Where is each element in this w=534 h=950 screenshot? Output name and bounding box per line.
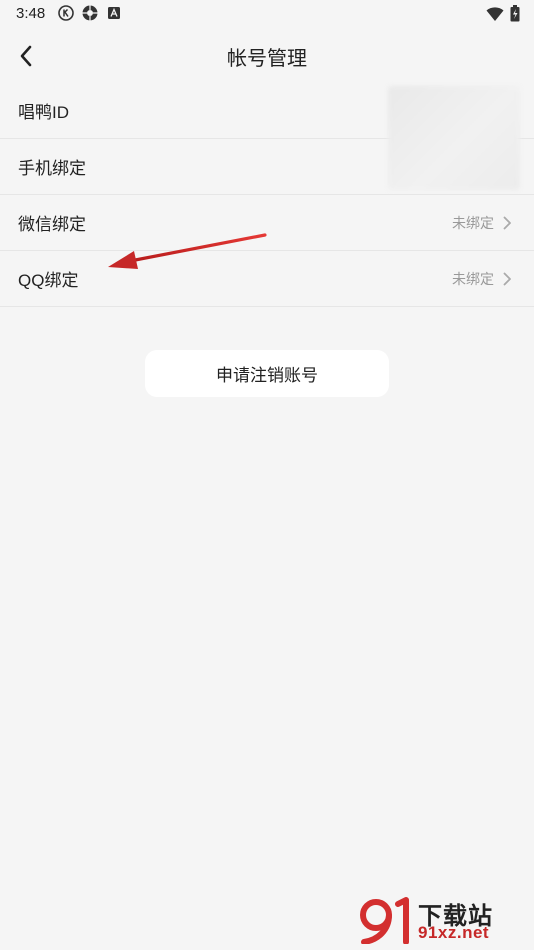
redacted-values: [388, 86, 520, 190]
battery-charging-icon: [510, 5, 520, 27]
chevron-right-icon: [502, 216, 514, 230]
status-icons-left: [58, 5, 122, 21]
watermark-url: 91xz.net: [418, 923, 490, 942]
header: 帐号管理: [0, 28, 534, 82]
a-box-icon: [106, 5, 122, 21]
status-icons-right: [486, 5, 520, 27]
page-title: 帐号管理: [227, 48, 307, 70]
annotation-arrow-icon: [108, 233, 267, 269]
status-bar: 3:48: [0, 0, 534, 28]
shutter-icon: [82, 5, 98, 21]
chevron-right-icon: [502, 272, 514, 286]
deregister-account-button[interactable]: 申请注销账号: [145, 350, 389, 397]
binding-status: 未绑定: [452, 214, 494, 231]
status-time: 3:48: [16, 5, 46, 22]
wifi-icon: [486, 6, 504, 27]
row-label: 手机绑定: [18, 159, 86, 178]
k-circle-icon: [58, 5, 74, 21]
row-label: QQ绑定: [18, 271, 79, 290]
watermark: 下载站 91xz.net: [356, 896, 526, 944]
binding-status: 未绑定: [452, 270, 494, 287]
row-label: 唱鸭ID: [18, 103, 69, 122]
watermark-logo-icon: [360, 897, 409, 944]
row-label: 微信绑定: [18, 215, 86, 234]
